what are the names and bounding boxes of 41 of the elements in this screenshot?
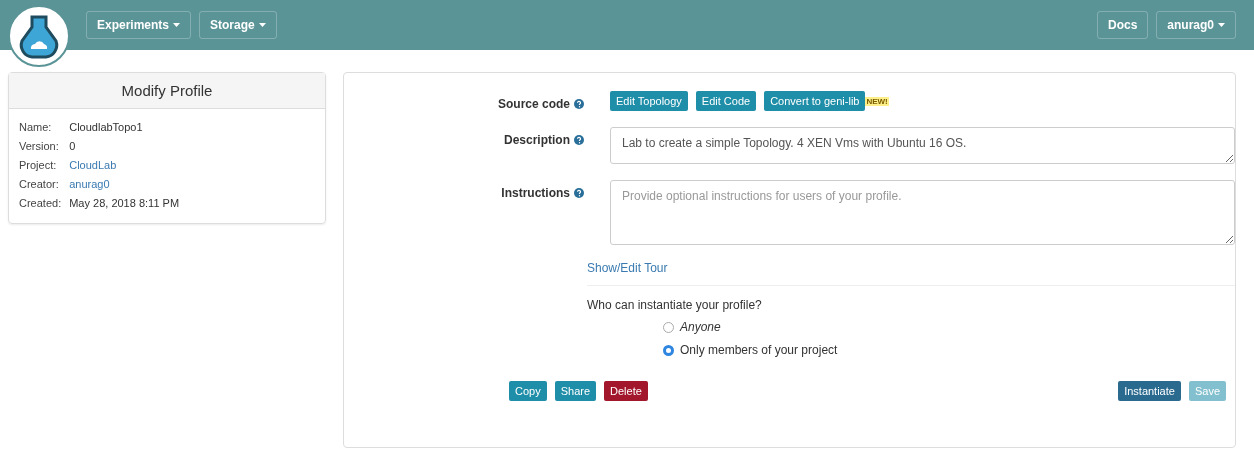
source-button[interactable]: Edit Topology [610, 91, 688, 111]
field-label: Project: [19, 159, 58, 171]
form-label: Instructions [501, 186, 570, 200]
panel-title: Modify Profile [9, 73, 325, 109]
description-field[interactable]: Lab to create a simple Topology. 4 XEN Vms with Ubuntu 16 OS. [610, 127, 1235, 164]
field-value: CloudlabTopo1 [69, 121, 144, 133]
action-button[interactable]: Copy [509, 381, 547, 401]
action-button[interactable]: Delete [604, 381, 648, 401]
field-value: May 28, 2018 8:11 PM [69, 197, 181, 209]
caret-icon [258, 23, 266, 27]
radio-label: Only members of your project [680, 343, 838, 357]
access-question: Who can instantiate your profile? [587, 298, 762, 312]
radio-button[interactable] [663, 321, 674, 333]
field-value: 0 [69, 140, 77, 152]
caret-icon [1218, 23, 1225, 27]
field-label: Version: [19, 140, 60, 152]
form-label: Description [504, 133, 570, 147]
radio-button[interactable] [663, 344, 674, 356]
flask-logo-icon[interactable] [8, 5, 70, 67]
caret-icon [173, 23, 181, 27]
nav-menu[interactable]: Docs [1096, 11, 1149, 39]
field-link[interactable]: anurag0 [69, 178, 315, 190]
field-label: Created: [19, 197, 62, 209]
new-badge: NEW! [865, 96, 889, 106]
help-icon [574, 135, 584, 145]
tour-link[interactable]: Show/Edit Tour [587, 261, 668, 275]
field-label: Name: [19, 121, 53, 133]
source-button[interactable]: Convert to geni-lib [764, 91, 866, 111]
radio-label: Anyone [680, 320, 721, 334]
nav-menu[interactable]: Experiments [86, 11, 192, 39]
nav-menu[interactable]: Storage [199, 11, 277, 39]
help-icon [574, 188, 584, 198]
field-label: Creator: [19, 178, 60, 190]
source-button[interactable]: Edit Code [695, 91, 757, 111]
instructions-field[interactable]: Provide optional instructions for users of your profile. [610, 180, 1235, 245]
nav-menu[interactable]: anurag0 [1156, 11, 1236, 39]
field-link[interactable]: CloudLab [69, 159, 315, 171]
action-button[interactable]: Share [554, 381, 597, 401]
form-label: Source code [497, 97, 570, 111]
help-icon [574, 99, 584, 109]
action-button[interactable]: Instantiate [1118, 381, 1181, 401]
